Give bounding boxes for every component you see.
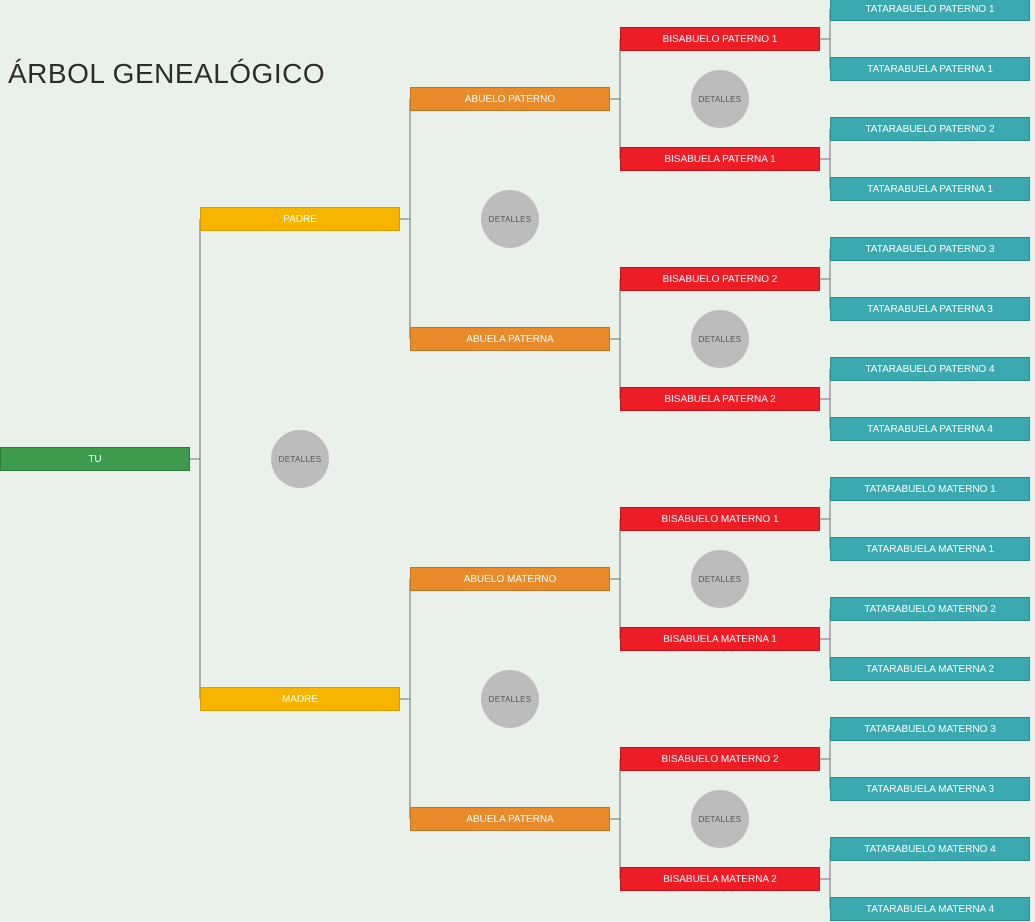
node-ggg-t14[interactable]: TATARABUELA MATERNA 3: [830, 777, 1030, 801]
node-ggg-t10[interactable]: TATARABUELA MATERNA 1: [830, 537, 1030, 561]
node-ggg-t5[interactable]: TATARABUELO PATERNO 3: [830, 237, 1030, 261]
node-ggg-t2[interactable]: TATARABUELA PATERNA 1: [830, 57, 1030, 81]
details-button-gen2-bottom[interactable]: DETALLES: [481, 670, 539, 728]
node-father[interactable]: PADRE: [200, 207, 400, 231]
node-ggg-t11[interactable]: TATARABUELO MATERNO 2: [830, 597, 1030, 621]
node-mother[interactable]: MADRE: [200, 687, 400, 711]
node-greatgrandparent-m2[interactable]: BISABUELA MATERNA 1: [620, 627, 820, 651]
details-button-gen3-4[interactable]: DETALLES: [691, 790, 749, 848]
node-ggg-t4[interactable]: TATARABUELA PATERNA 1: [830, 177, 1030, 201]
node-you[interactable]: TU: [0, 447, 190, 471]
node-ggg-t13[interactable]: TATARABUELO MATERNO 3: [830, 717, 1030, 741]
node-greatgrandparent-m1[interactable]: BISABUELO MATERNO 1: [620, 507, 820, 531]
details-button-gen1[interactable]: DETALLES: [271, 430, 329, 488]
node-greatgrandparent-p1[interactable]: BISABUELO PATERNO 1: [620, 27, 820, 51]
details-button-gen3-1[interactable]: DETALLES: [691, 70, 749, 128]
node-greatgrandparent-m3[interactable]: BISABUELO MATERNO 2: [620, 747, 820, 771]
node-paternal-grandmother[interactable]: ABUELA PATERNA: [410, 327, 610, 351]
details-button-gen3-2[interactable]: DETALLES: [691, 310, 749, 368]
node-ggg-t9[interactable]: TATARABUELO MATERNO 1: [830, 477, 1030, 501]
node-ggg-t1[interactable]: TATARABUELO PATERNO 1: [830, 0, 1030, 21]
node-greatgrandparent-p3[interactable]: BISABUELO PATERNO 2: [620, 267, 820, 291]
node-ggg-t7[interactable]: TATARABUELO PATERNO 4: [830, 357, 1030, 381]
node-greatgrandparent-p2[interactable]: BISABUELA PATERNA 1: [620, 147, 820, 171]
node-maternal-grandmother[interactable]: ABUELA PATERNA: [410, 807, 610, 831]
node-paternal-grandfather[interactable]: ABUELO PATERNO: [410, 87, 610, 111]
node-ggg-t6[interactable]: TATARABUELA PATERNA 3: [830, 297, 1030, 321]
page-title: ÁRBOL GENEALÓGICO: [8, 58, 325, 90]
node-ggg-t15[interactable]: TATARABUELO MATERNO 4: [830, 837, 1030, 861]
node-ggg-t12[interactable]: TATARABUELA MATERNA 2: [830, 657, 1030, 681]
node-ggg-t16[interactable]: TATARABUELA MATERNA 4: [830, 897, 1030, 921]
details-button-gen3-3[interactable]: DETALLES: [691, 550, 749, 608]
node-maternal-grandfather[interactable]: ABUELO MATERNO: [410, 567, 610, 591]
node-ggg-t8[interactable]: TATARABUELA PATERNA 4: [830, 417, 1030, 441]
node-greatgrandparent-m4[interactable]: BISABUELA MATERNA 2: [620, 867, 820, 891]
node-ggg-t3[interactable]: TATARABUELO PATERNO 2: [830, 117, 1030, 141]
node-greatgrandparent-p4[interactable]: BISABUELA PATERNA 2: [620, 387, 820, 411]
details-button-gen2-top[interactable]: DETALLES: [481, 190, 539, 248]
